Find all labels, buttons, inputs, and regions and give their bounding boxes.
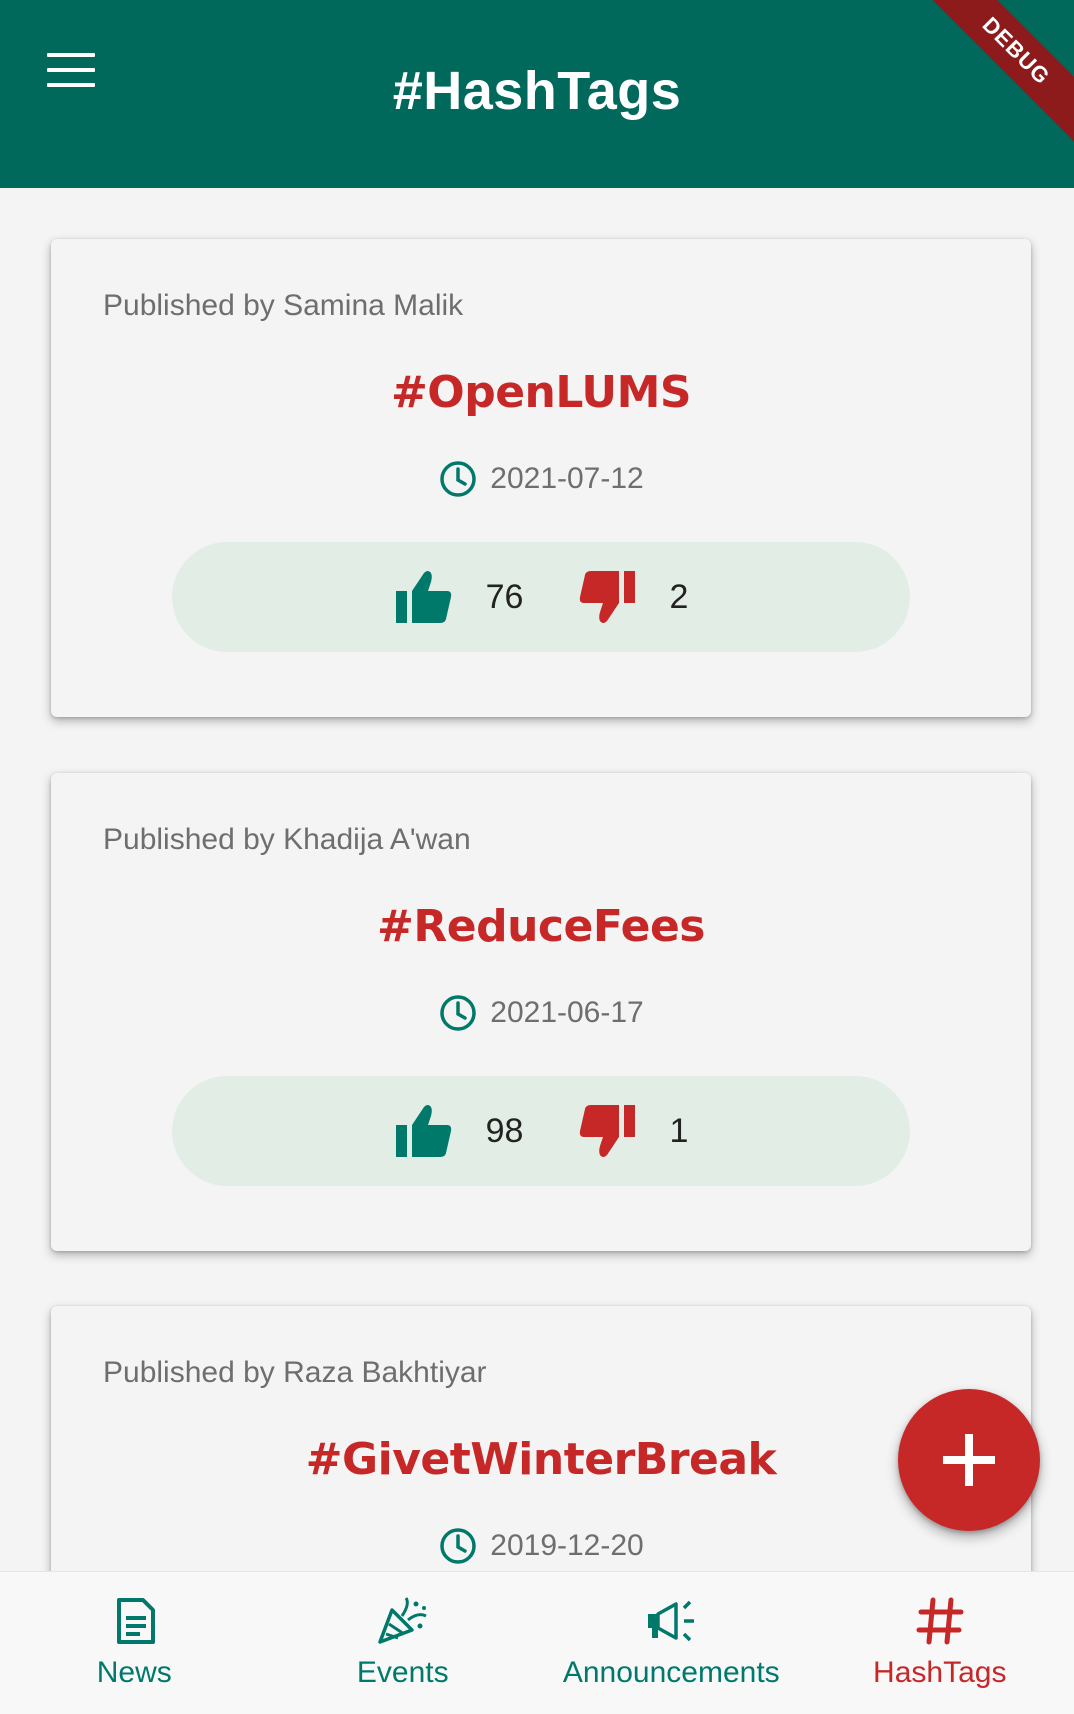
party-popper-icon [376,1596,430,1646]
hashtag-card[interactable]: Published by Khadija A'wan #ReduceFees 2… [51,773,1031,1251]
hashtag-icon [915,1596,965,1646]
hashtag-title: #OpenLUMS [51,367,1031,418]
page-title: #HashTags [0,60,1074,122]
vote-bar: 76 2 [172,542,910,652]
nav-item-announcements[interactable]: Announcements [537,1572,806,1714]
vote-bar: 98 1 [172,1076,910,1186]
clock-icon [438,459,478,499]
app-bar: #HashTags DEBUG [0,0,1074,188]
thumbs-down-icon [577,569,637,625]
date-row: 2019-12-20 [51,1526,1031,1566]
hashtag-list[interactable]: Published by Samina Malik #OpenLUMS 2021… [0,188,1074,1571]
clock-icon [438,993,478,1033]
nav-label-announcements: Announcements [563,1656,780,1690]
date-row: 2021-07-12 [51,459,1031,499]
dislike-button[interactable]: 1 [577,1103,688,1159]
dislike-count: 1 [669,1112,688,1151]
nav-item-news[interactable]: News [0,1572,269,1714]
publisher-label: Published by Raza Bakhtiyar [103,1356,487,1390]
thumbs-up-icon [394,569,454,625]
nav-item-events[interactable]: Events [269,1572,538,1714]
like-count: 76 [486,578,524,617]
dislike-button[interactable]: 2 [577,569,688,625]
nav-item-hashtags[interactable]: HashTags [806,1572,1074,1714]
like-count: 98 [486,1112,524,1151]
add-hashtag-button[interactable] [898,1389,1040,1531]
publisher-label: Published by Khadija A'wan [103,823,471,857]
hashtag-title: #ReduceFees [51,901,1031,952]
thumbs-down-icon [577,1103,637,1159]
like-button[interactable]: 76 [394,569,524,625]
date-text: 2021-06-17 [490,996,643,1030]
hashtag-card[interactable]: Published by Samina Malik #OpenLUMS 2021… [51,239,1031,717]
date-text: 2019-12-20 [490,1529,643,1563]
hashtag-card[interactable]: Published by Raza Bakhtiyar #GivetWinter… [51,1306,1031,1571]
hashtag-title: #GivetWinterBreak [51,1434,1031,1485]
megaphone-icon [644,1596,698,1646]
date-row: 2021-06-17 [51,993,1031,1033]
date-text: 2021-07-12 [490,462,643,496]
nav-label-news: News [97,1656,172,1690]
clock-icon [438,1526,478,1566]
thumbs-up-icon [394,1103,454,1159]
bottom-navigation: News Events Announcements HashTags [0,1571,1074,1714]
publisher-label: Published by Samina Malik [103,289,463,323]
like-button[interactable]: 98 [394,1103,524,1159]
plus-icon [941,1432,997,1488]
dislike-count: 2 [669,578,688,617]
news-icon [109,1596,159,1646]
nav-label-hashtags: HashTags [873,1656,1006,1690]
nav-label-events: Events [357,1656,449,1690]
